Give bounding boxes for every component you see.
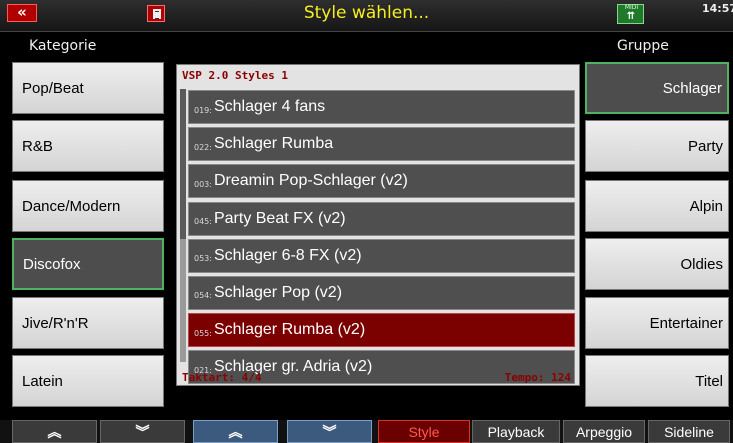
category-label: Kategorie [29, 38, 97, 54]
style-list: 019: Schlager 4 fans 022: Schlager Rumba 003… [188, 90, 575, 388]
left-scroll-up-button[interactable]: ︽ [12, 420, 97, 443]
style-number: 054: [194, 291, 212, 301]
double-chevron-up-icon: ︽ [47, 423, 62, 440]
midi-arrows-icon: ⇈ [626, 11, 636, 22]
double-chevron-down-icon: ︾ [322, 423, 337, 440]
time-signature: Taktart: 4/4 [182, 371, 262, 384]
category-button[interactable]: Jive/R'n'R [12, 297, 164, 349]
style-name: Party Beat FX (v2) [213, 209, 346, 227]
tempo-display: Tempo: 124 [504, 371, 571, 384]
style-row[interactable]: 055: Schlager Rumba (v2) [188, 313, 575, 348]
style-row[interactable]: 003: Dreamin Pop-Schlager (v2) [188, 164, 575, 199]
style-row[interactable]: 019: Schlager 4 fans [188, 90, 575, 124]
clock: 14:57 [702, 2, 733, 15]
group-button[interactable]: Entertainer [585, 297, 729, 349]
screen-title: Style wählen... [303, 3, 430, 23]
back-button[interactable]: « [7, 4, 37, 22]
category-button-label: Jive/R'n'R [22, 314, 89, 332]
category-button[interactable]: R&B [12, 120, 164, 172]
document-button[interactable] [147, 5, 165, 22]
group-button-label: Titel [695, 372, 723, 390]
list-scroll-up-button[interactable]: ︽ [193, 420, 278, 443]
playback-button[interactable]: Playback [472, 420, 560, 443]
top-bar: « Style wählen... MIDI ⇈ 14:57 [0, 0, 733, 32]
style-button[interactable]: Style [378, 420, 470, 443]
group-button[interactable]: Schlager [585, 62, 729, 114]
style-name: Schlager 4 fans [213, 98, 326, 115]
bottom-bar: ︽ ︾ ︽ ︾ Style Playback Arpeggio Sideline [0, 420, 733, 443]
list-scroll-down-button[interactable]: ︾ [287, 420, 372, 443]
scrollbar-thumb[interactable] [180, 89, 186, 239]
style-row[interactable]: 054: Schlager Pop (v2) [188, 275, 575, 310]
style-number: 003: [194, 179, 212, 189]
style-number: 045: [194, 217, 212, 227]
midi-status-icon[interactable]: MIDI ⇈ [617, 4, 644, 24]
bank-title: VSP 2.0 Styles 1 [182, 69, 288, 82]
style-list-panel: VSP 2.0 Styles 1 019: Schlager 4 fans 022:… [176, 64, 580, 386]
category-button-label: Latein [22, 372, 63, 390]
category-button[interactable]: Discofox [12, 238, 164, 290]
category-button[interactable]: Pop/Beat [12, 62, 164, 114]
arpeggio-button[interactable]: Arpeggio [563, 420, 645, 443]
group-button-label: Alpin [689, 197, 723, 215]
double-chevron-down-icon: ︾ [135, 423, 150, 440]
group-label: Gruppe [617, 38, 669, 54]
category-button[interactable]: Latein [12, 355, 164, 407]
style-number: 022: [194, 142, 212, 152]
style-name: Schlager Rumba [213, 135, 334, 153]
group-button[interactable]: Alpin [585, 180, 729, 232]
group-button[interactable]: Party [585, 120, 729, 172]
style-row[interactable]: 045: Party Beat FX (v2) [188, 201, 575, 236]
left-scroll-down-button[interactable]: ︾ [100, 420, 185, 443]
style-name: Schlager Pop (v2) [213, 283, 343, 301]
style-name: Schlager Rumba (v2) [213, 321, 366, 339]
category-button-label: Pop/Beat [22, 79, 84, 97]
style-number: 053: [194, 254, 212, 264]
style-number: 019: [194, 105, 212, 115]
category-button-label: R&B [22, 137, 53, 155]
group-button-label: Oldies [680, 255, 723, 273]
group-button[interactable]: Titel [585, 355, 729, 407]
category-button-label: Discofox [23, 255, 81, 273]
document-icon [153, 9, 161, 19]
style-name: Schlager 6-8 FX (v2) [213, 246, 362, 264]
group-button[interactable]: Oldies [585, 238, 729, 290]
style-number: 055: [194, 328, 212, 338]
double-chevron-up-icon: ︽ [228, 423, 243, 440]
group-button-label: Schlager [662, 79, 722, 97]
style-row[interactable]: 022: Schlager Rumba [188, 127, 575, 162]
group-button-label: Party [687, 137, 723, 155]
group-button-label: Entertainer [649, 314, 723, 332]
category-button-label: Dance/Modern [22, 197, 121, 215]
sideline-button[interactable]: Sideline [648, 420, 730, 443]
midi-label: MIDI [624, 4, 639, 11]
style-name: Dreamin Pop-Schlager (v2) [213, 172, 408, 190]
style-row[interactable]: 053: Schlager 6-8 FX (v2) [188, 238, 575, 273]
category-button[interactable]: Dance/Modern [12, 180, 164, 232]
double-chevron-left-icon: « [17, 3, 27, 21]
scrollbar[interactable] [180, 89, 186, 362]
